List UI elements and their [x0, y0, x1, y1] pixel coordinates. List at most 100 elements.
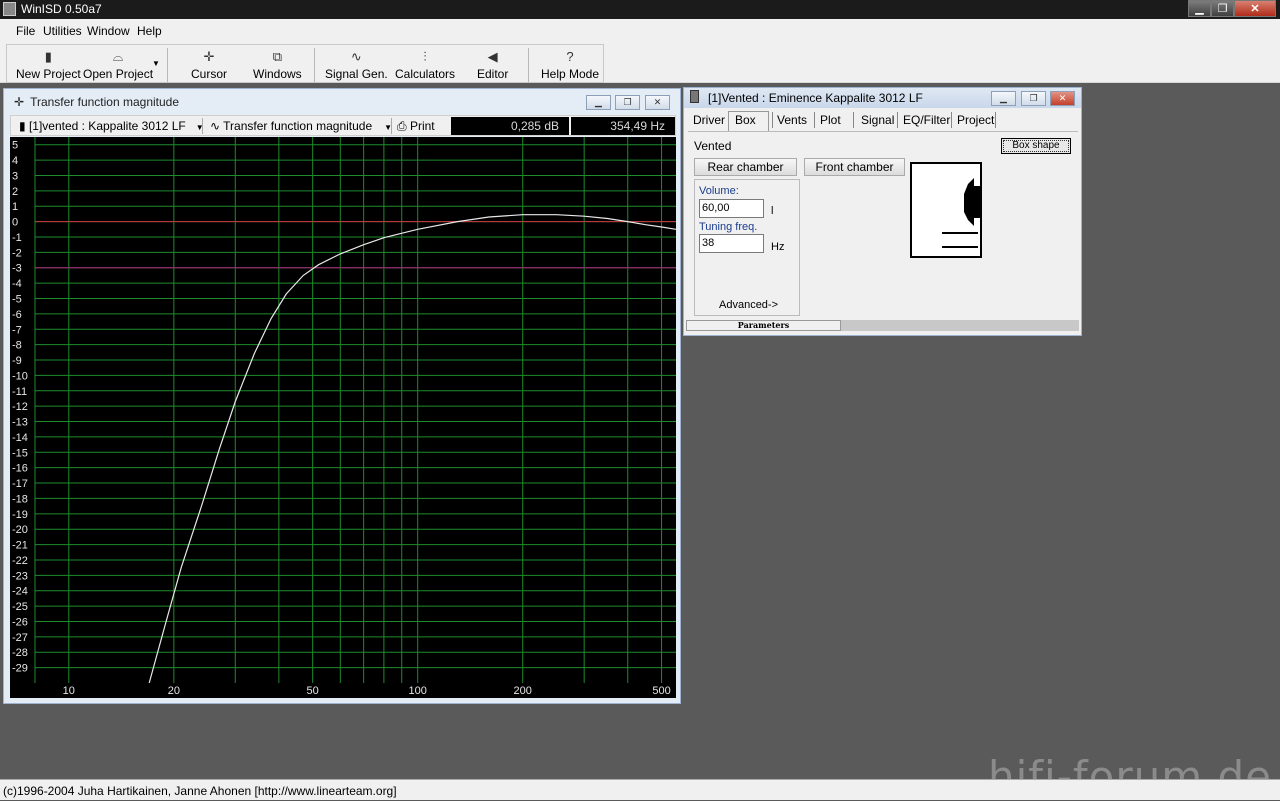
tab-plot[interactable]: Plot — [820, 113, 841, 127]
cursor-button[interactable]: ✛ Cursor — [191, 49, 227, 83]
print-button[interactable]: ⎙ Print — [397, 119, 435, 134]
plot-window-title: ✛ Transfer function magnitude — [14, 95, 179, 109]
dropdown-arrow-icon: ▼ — [152, 59, 160, 68]
y-tick-label: 1 — [12, 201, 18, 213]
plot-control-bar: ▮ [1]vented : Kappalite 3012 LF ▼ ∿ Trans… — [10, 115, 676, 136]
y-tick-label: -23 — [12, 570, 28, 582]
transfer-function-plot[interactable]: 5 4 3 2 1 0 -1 -2 -3 -4 -5 -6 -7 -8 -9 -10 -11 -12 -13 -14-… — [10, 137, 676, 698]
plot-maximize-button[interactable]: ❐ — [615, 95, 640, 110]
volume-input[interactable]: 60,00 — [699, 199, 764, 218]
signal-gen-button[interactable]: ∿ Signal Gen. — [325, 49, 388, 83]
y-tick-label: 0 — [12, 217, 18, 229]
calculator-icon: ⫶ — [423, 49, 427, 64]
tab-vents[interactable]: Vents — [777, 113, 807, 127]
y-tick-label: -29 — [12, 663, 28, 675]
project-icon: ▮ — [19, 119, 29, 133]
menu-window[interactable]: Window — [87, 24, 130, 38]
box-window-titlebar: [1]Vented : Eminence Kappalite 3012 LF ▁… — [684, 88, 1081, 108]
x-tick-label: 50 — [307, 685, 319, 697]
new-project-icon: ▮ — [44, 49, 52, 64]
graph-select-value: Transfer function magnitude — [223, 119, 373, 133]
toolbar-separator — [314, 48, 315, 82]
y-tick-label: -7 — [12, 324, 22, 336]
box-panel: Vented Box shape Rear chamber Front cham… — [688, 131, 1078, 321]
y-tick-label: -12 — [12, 401, 28, 413]
project-select-value: [1]vented : Kappalite 3012 LF — [28, 119, 186, 133]
y-tick-label: -28 — [12, 647, 28, 659]
close-icon: ✕ — [653, 97, 662, 107]
x-tick-label: 200 — [514, 685, 532, 697]
x-tick-label: 10 — [63, 685, 75, 697]
y-tick-label: -26 — [12, 616, 28, 628]
minimize-button[interactable]: ▁ — [1188, 0, 1211, 17]
tab-box[interactable]: Box — [728, 111, 769, 131]
windows-label: Windows — [253, 67, 302, 81]
tab-project[interactable]: Project — [957, 113, 994, 127]
box-minimize-button[interactable]: ▁ — [991, 91, 1016, 106]
y-tick-label: 2 — [12, 186, 18, 198]
toolbar-separator — [528, 48, 529, 82]
calculators-button[interactable]: ⫶ Calculators — [395, 49, 455, 83]
tab-separator — [772, 112, 773, 128]
close-button[interactable]: ✕ — [1234, 0, 1276, 17]
windows-button[interactable]: ⧉ Windows — [253, 49, 302, 83]
tab-driver[interactable]: Driver — [693, 113, 725, 127]
y-tick-label: -20 — [12, 524, 28, 536]
box-close-button[interactable]: ✕ — [1050, 91, 1075, 106]
crosshair-icon: ✛ — [14, 95, 25, 109]
y-tick-label: -21 — [12, 540, 28, 552]
y-tick-label: -18 — [12, 493, 28, 505]
windows-icon: ⧉ — [272, 49, 282, 64]
project-select[interactable]: ▮ [1]vented : Kappalite 3012 LF ▼ — [19, 119, 204, 133]
open-project-label: Open Project — [83, 67, 154, 81]
box-maximize-button[interactable]: ❐ — [1021, 91, 1046, 106]
open-project-button[interactable]: ⌓ Open Project — [83, 49, 153, 83]
volume-unit: l — [771, 205, 774, 217]
plot-minimize-button[interactable]: ▁ — [586, 95, 611, 110]
x-tick-label: 100 — [409, 685, 427, 697]
tuning-freq-unit: Hz — [771, 241, 785, 253]
y-tick-label: -4 — [12, 278, 22, 290]
transfer-function-window: ✛ Transfer function magnitude ▁ ❐ ✕ ▮ [1]… — [3, 88, 681, 704]
minimize-icon: ▁ — [1195, 3, 1204, 15]
question-icon: ? — [566, 49, 574, 64]
control-separator — [202, 118, 203, 134]
box-tabs: Driver Box Vents Plot Signal EQ/Filter P… — [684, 110, 1081, 131]
y-tick-label: -14 — [12, 432, 28, 444]
rear-chamber-button[interactable]: Rear chamber — [694, 158, 797, 176]
y-tick-label: -11 — [12, 386, 27, 398]
bottom-tab-strip: Parameters — [686, 320, 1079, 331]
y-tick-label: 5 — [12, 140, 18, 152]
tuning-freq-label: Tuning freq. — [699, 221, 758, 233]
tuning-freq-input[interactable]: 38 — [699, 234, 764, 253]
volume-label: Volume: — [699, 185, 739, 197]
help-mode-button[interactable]: ? Help Mode — [541, 49, 599, 83]
box-diagram — [910, 162, 982, 258]
plot-window-title-text: Transfer function magnitude — [30, 95, 180, 109]
tab-eq-filter[interactable]: EQ/Filter — [903, 113, 950, 127]
editor-button[interactable]: ◀ Editor — [477, 49, 508, 83]
menu-bar: File Utilities Window Help — [0, 19, 1280, 42]
maximize-button[interactable]: ❐ — [1211, 0, 1234, 17]
print-label: Print — [409, 119, 435, 133]
menu-utilities[interactable]: Utilities — [43, 24, 82, 38]
tab-separator — [814, 112, 815, 128]
graph-select[interactable]: ∿ Transfer function magnitude ▼ — [210, 119, 392, 133]
menu-help[interactable]: Help — [137, 24, 162, 38]
box-shape-button[interactable]: Box shape — [1001, 138, 1071, 154]
parameters-tab[interactable]: Parameters — [686, 320, 841, 331]
menu-file[interactable]: File — [16, 24, 35, 38]
plot-close-button[interactable]: ✕ — [645, 95, 670, 110]
transfer-function-chart: 543210-1-2-3-4-5-6-7-8-9-10-11-12-13-14-… — [12, 137, 676, 697]
cursor-label: Cursor — [191, 67, 228, 81]
toolbar-frame: ▮ New Project ⌓ Open Project ▼ ✛ Cursor … — [6, 44, 604, 83]
advanced-button[interactable]: Advanced-> — [719, 299, 778, 311]
front-chamber-button[interactable]: Front chamber — [804, 158, 905, 176]
speaker-icon: ◀ — [487, 49, 498, 64]
control-separator — [391, 118, 392, 134]
new-project-button[interactable]: ▮ New Project — [16, 49, 81, 83]
y-tick-label: -17 — [12, 478, 28, 490]
status-bar: (c)1996-2004 Juha Hartikainen, Janne Aho… — [0, 779, 1280, 800]
y-tick-label: -22 — [12, 555, 28, 567]
tab-signal[interactable]: Signal — [861, 113, 894, 127]
